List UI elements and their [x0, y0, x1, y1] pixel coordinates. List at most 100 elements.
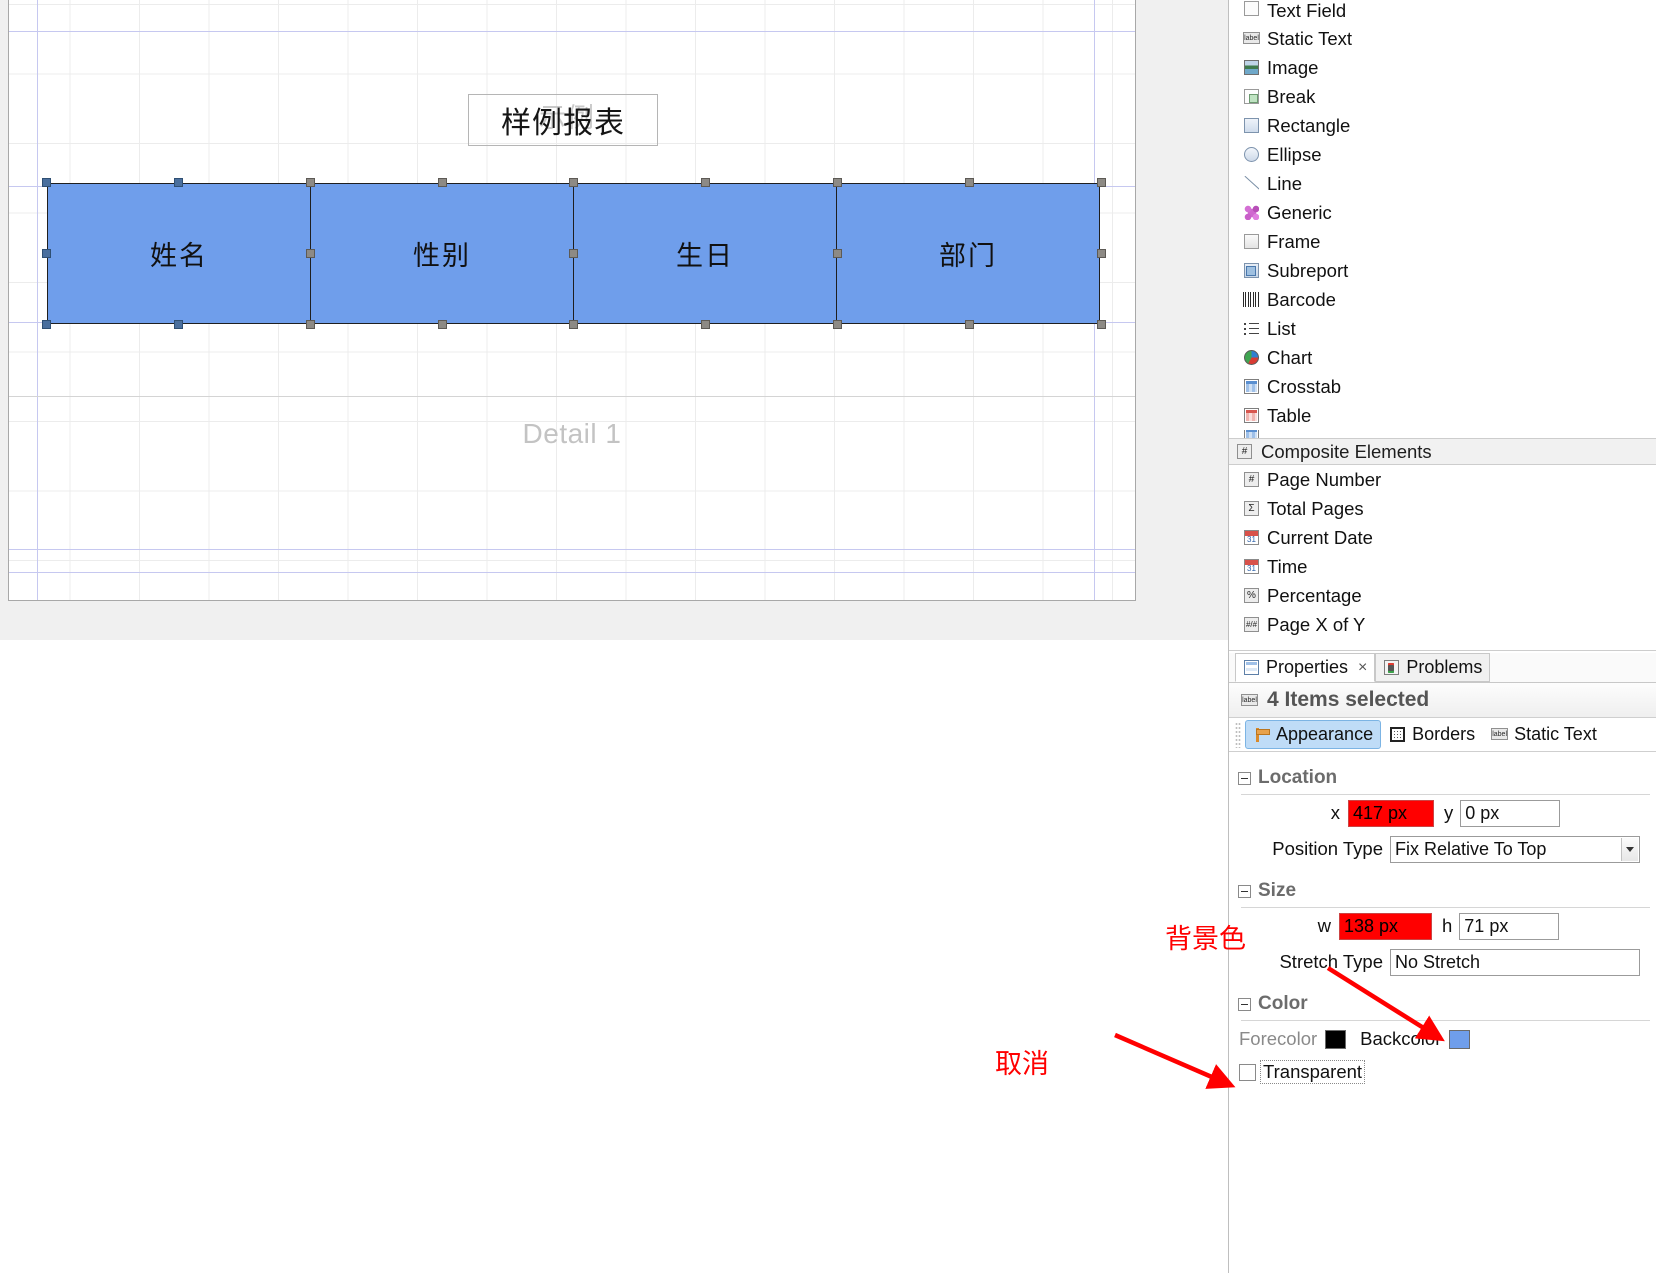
- selection-handle[interactable]: [701, 320, 710, 329]
- selection-handle[interactable]: [965, 320, 974, 329]
- palette-item-page-number[interactable]: # Page Number: [1229, 465, 1656, 494]
- backcolor-label: Backcolor: [1360, 1028, 1441, 1050]
- selection-handle[interactable]: [833, 249, 842, 258]
- selection-handle[interactable]: [174, 320, 183, 329]
- h-input[interactable]: 71 px: [1459, 913, 1559, 940]
- right-panel: Text Field label Static Text Image Break…: [1228, 0, 1656, 1273]
- header-cell-birthday[interactable]: 生日: [573, 183, 837, 324]
- palette-item-chart[interactable]: Chart: [1229, 343, 1656, 372]
- selection-handle[interactable]: [42, 249, 51, 258]
- selection-handle[interactable]: [1097, 249, 1106, 258]
- collapse-icon[interactable]: [1238, 772, 1251, 785]
- collapse-icon[interactable]: [1238, 885, 1251, 898]
- annotation-backcolor: 背景色: [1165, 917, 1246, 956]
- appearance-form: Location x 417 px y 0 px Position Type F…: [1229, 762, 1656, 1087]
- palette-item-current-date[interactable]: Current Date: [1229, 523, 1656, 552]
- palette-item-page-x-of-y[interactable]: #/# Page X of Y: [1229, 610, 1656, 639]
- stretch-type-select[interactable]: No Stretch: [1390, 949, 1640, 976]
- section-location[interactable]: Location: [1229, 762, 1656, 794]
- report-title-element[interactable]: 样例报表: [468, 94, 658, 146]
- list-icon: [1243, 320, 1260, 337]
- backcolor-swatch[interactable]: [1449, 1030, 1470, 1049]
- tab-properties[interactable]: Properties ×: [1235, 653, 1375, 682]
- selection-handle[interactable]: [174, 178, 183, 187]
- calendar-icon: [1243, 558, 1260, 575]
- y-input[interactable]: 0 px: [1460, 800, 1560, 827]
- selection-handle[interactable]: [42, 320, 51, 329]
- selection-handle[interactable]: [833, 320, 842, 329]
- tab-problems[interactable]: Problems: [1375, 653, 1490, 682]
- property-tab-bar: Appearance Borders label Static Text: [1229, 718, 1656, 752]
- palette-item-list[interactable]: List: [1229, 314, 1656, 343]
- transparent-checkbox[interactable]: [1239, 1064, 1256, 1081]
- selection-handle[interactable]: [833, 178, 842, 187]
- borders-icon: [1389, 726, 1406, 743]
- selection-handle[interactable]: [569, 320, 578, 329]
- palette-item-line[interactable]: Line: [1229, 169, 1656, 198]
- selection-handle[interactable]: [306, 320, 315, 329]
- chevron-down-icon[interactable]: [1621, 838, 1638, 861]
- palette-view: Text Field label Static Text Image Break…: [1229, 0, 1656, 651]
- static-text-icon: label: [1491, 726, 1508, 743]
- annotation-cancel: 取消: [995, 1042, 1049, 1081]
- header-cell-gender[interactable]: 性别: [310, 183, 574, 324]
- palette-item-generic[interactable]: Generic: [1229, 198, 1656, 227]
- palette-item-partial[interactable]: [1229, 430, 1656, 438]
- selection-handle[interactable]: [438, 320, 447, 329]
- palette-item-subreport[interactable]: Subreport: [1229, 256, 1656, 285]
- selection-summary: 4 Items selected: [1267, 688, 1429, 712]
- w-input[interactable]: 138 px: [1339, 913, 1432, 940]
- h-label: h: [1442, 915, 1452, 937]
- generic-icon: [1243, 204, 1260, 221]
- header-cell-department[interactable]: 部门: [836, 183, 1100, 324]
- palette-item-table[interactable]: Table: [1229, 401, 1656, 430]
- palette-item-image[interactable]: Image: [1229, 53, 1656, 82]
- palette-item-crosstab[interactable]: Crosstab: [1229, 372, 1656, 401]
- palette-item-ellipse[interactable]: Ellipse: [1229, 140, 1656, 169]
- band-label-detail: Detail 1: [9, 418, 1135, 450]
- palette-item-break[interactable]: Break: [1229, 82, 1656, 111]
- selection-handle[interactable]: [306, 249, 315, 258]
- guide-line-horizontal: [9, 31, 1135, 32]
- guide-line-horizontal: [9, 549, 1135, 550]
- tab-drag-handle[interactable]: [1235, 722, 1241, 748]
- palette-group-composite-elements[interactable]: # Composite Elements: [1229, 438, 1656, 465]
- palette-item-static-text[interactable]: label Static Text: [1229, 24, 1656, 53]
- calendar-icon: [1243, 529, 1260, 546]
- row-size-wh: w 138 px h 71 px: [1229, 908, 1656, 944]
- selection-handle[interactable]: [965, 178, 974, 187]
- position-type-label: Position Type: [1235, 838, 1383, 860]
- selection-handle[interactable]: [438, 178, 447, 187]
- selection-handle[interactable]: [1097, 178, 1106, 187]
- prop-tab-appearance[interactable]: Appearance: [1245, 720, 1381, 749]
- prop-tab-static-text[interactable]: label Static Text: [1483, 720, 1605, 749]
- selection-handle[interactable]: [569, 178, 578, 187]
- row-location-xy: x 417 px y 0 px: [1229, 795, 1656, 831]
- section-color[interactable]: Color: [1229, 988, 1656, 1020]
- selection-handle[interactable]: [1097, 320, 1106, 329]
- palette-item-barcode[interactable]: Barcode: [1229, 285, 1656, 314]
- selection-handle[interactable]: [569, 249, 578, 258]
- position-type-select[interactable]: Fix Relative To Top: [1390, 836, 1640, 863]
- subreport-icon: [1243, 262, 1260, 279]
- report-canvas[interactable]: 示例 样例报表 姓名 性别 生日 部门: [8, 0, 1136, 601]
- close-icon[interactable]: ×: [1358, 659, 1367, 677]
- collapse-icon[interactable]: [1238, 998, 1251, 1011]
- x-input[interactable]: 417 px: [1348, 800, 1434, 827]
- header-cell-name[interactable]: 姓名: [47, 183, 311, 324]
- selection-handle[interactable]: [701, 178, 710, 187]
- palette-item-time[interactable]: Time: [1229, 552, 1656, 581]
- palette-item-percentage[interactable]: % Percentage: [1229, 581, 1656, 610]
- palette-bottom-divider: [1229, 650, 1656, 651]
- palette-item-total-pages[interactable]: Σ Total Pages: [1229, 494, 1656, 523]
- palette-item-rectangle[interactable]: Rectangle: [1229, 111, 1656, 140]
- section-size[interactable]: Size: [1229, 875, 1656, 907]
- selection-handle[interactable]: [42, 178, 51, 187]
- prop-tab-borders[interactable]: Borders: [1381, 720, 1483, 749]
- selection-handle[interactable]: [306, 178, 315, 187]
- forecolor-swatch[interactable]: [1325, 1030, 1346, 1049]
- properties-view: Properties × Problems label 4 Items sele…: [1229, 653, 1656, 1273]
- palette-item-frame[interactable]: Frame: [1229, 227, 1656, 256]
- palette-item-text-field[interactable]: Text Field: [1229, 0, 1656, 24]
- w-label: w: [1235, 915, 1331, 937]
